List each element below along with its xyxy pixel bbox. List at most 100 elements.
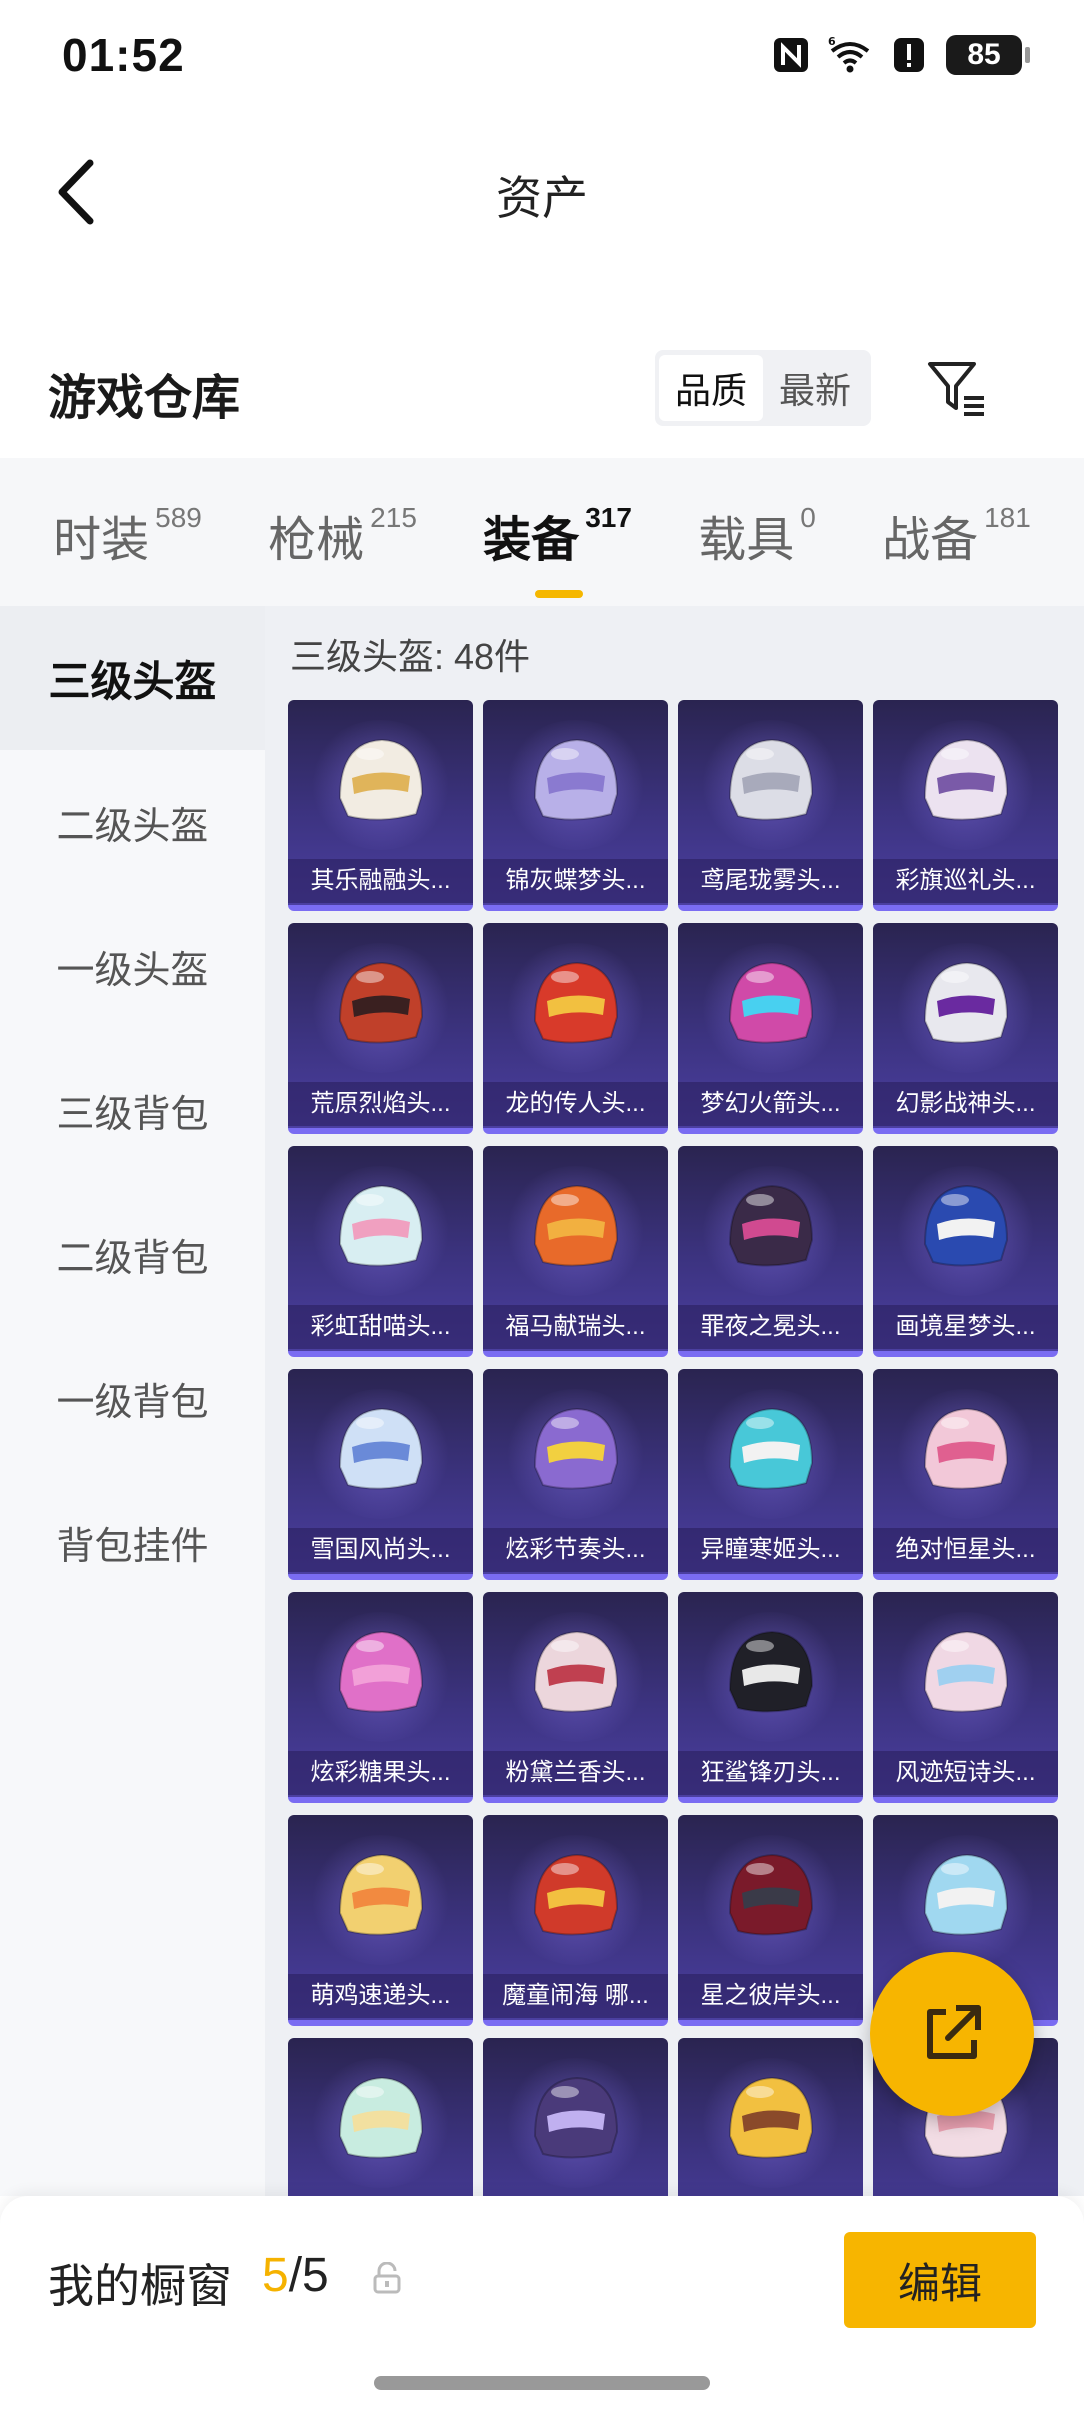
side-item-backpack-pendant[interactable]: 背包挂件 bbox=[0, 1470, 265, 1614]
item-card[interactable]: 福马献瑞头... bbox=[483, 1146, 668, 1357]
tab-fashion[interactable]: 时装 589 bbox=[53, 494, 202, 570]
tab-label: 载具 bbox=[698, 514, 795, 567]
helmet-icon bbox=[338, 2076, 424, 2159]
status-bar: 01:52 6 85 bbox=[0, 0, 1084, 110]
showcase-label: 我的橱窗 bbox=[48, 2260, 232, 2312]
battery-level: 85 bbox=[967, 38, 1001, 71]
list-header: 三级头盔: 48件 bbox=[290, 636, 531, 677]
filter-icon bbox=[928, 362, 984, 416]
item-card[interactable]: 彩旗巡礼头... bbox=[873, 700, 1058, 911]
side-item-level2-helmet[interactable]: 二级头盔 bbox=[0, 750, 265, 894]
item-card[interactable]: 画境星梦头... bbox=[873, 1146, 1058, 1357]
side-item-level1-backpack[interactable]: 一级背包 bbox=[0, 1326, 265, 1470]
item-card[interactable]: 异瞳寒姬头... bbox=[678, 1369, 863, 1580]
svg-text:6: 6 bbox=[828, 35, 836, 48]
item-card[interactable]: 雪国风尚头... bbox=[288, 1369, 473, 1580]
helmet-icon bbox=[338, 1407, 424, 1490]
helmet-icon bbox=[923, 1853, 1009, 1936]
section-title: 游戏仓库 bbox=[48, 372, 241, 425]
item-card[interactable]: 鸢尾珑雾头... bbox=[678, 700, 863, 911]
item-name: 鸢尾珑雾头... bbox=[678, 859, 863, 903]
item-card[interactable]: 其乐融融头... bbox=[288, 700, 473, 911]
side-item-level3-backpack[interactable]: 三级背包 bbox=[0, 1038, 265, 1182]
item-name: 龙的传人头... bbox=[483, 1082, 668, 1126]
sort-toggle: 品质 最新 bbox=[655, 350, 871, 426]
app-root: 01:52 6 85 资产 游戏仓库 品质 最新 时装 589 枪械 215 装… bbox=[0, 0, 1084, 2412]
section-row: 游戏仓库 品质 最新 bbox=[0, 340, 1084, 440]
showcase-count-separator: / bbox=[288, 2249, 303, 2302]
item-card[interactable]: 风迹短诗头... bbox=[873, 1592, 1058, 1803]
helmet-icon bbox=[923, 1407, 1009, 1490]
share-button[interactable] bbox=[870, 1952, 1034, 2116]
item-name: 异瞳寒姬头... bbox=[678, 1528, 863, 1572]
share-external-icon bbox=[927, 2005, 981, 2059]
tab-label: 装备 bbox=[483, 514, 580, 567]
tab-equipment[interactable]: 装备 317 bbox=[483, 494, 632, 598]
page-title: 资产 bbox=[496, 172, 588, 224]
tab-count: 317 bbox=[585, 502, 632, 533]
item-name: 彩旗巡礼头... bbox=[873, 859, 1058, 903]
side-item-level2-backpack[interactable]: 二级背包 bbox=[0, 1182, 265, 1326]
tab-supplies[interactable]: 战备 181 bbox=[882, 494, 1031, 570]
tab-vehicles[interactable]: 载具 0 bbox=[698, 494, 816, 570]
item-card[interactable]: 粉黛兰香头... bbox=[483, 1592, 668, 1803]
showcase-count-used: 5 bbox=[262, 2249, 289, 2302]
category-tabs: 时装 589 枪械 215 装备 317 载具 0 战备 181 bbox=[0, 458, 1084, 606]
helmet-icon bbox=[338, 738, 424, 821]
item-name: 炫彩糖果头... bbox=[288, 1751, 473, 1795]
helmet-icon bbox=[338, 1853, 424, 1936]
lock-open-icon[interactable] bbox=[370, 2262, 404, 2296]
tab-label: 枪械 bbox=[268, 514, 365, 567]
helmet-icon bbox=[338, 1184, 424, 1267]
showcase-count: 5/5 bbox=[262, 2248, 329, 2303]
item-card[interactable]: 荒原烈焰头... bbox=[288, 923, 473, 1134]
home-indicator[interactable] bbox=[374, 2376, 710, 2390]
item-name: 雪国风尚头... bbox=[288, 1528, 473, 1572]
item-name: 罪夜之冕头... bbox=[678, 1305, 863, 1349]
helmet-icon bbox=[533, 961, 619, 1044]
item-name: 福马献瑞头... bbox=[483, 1305, 668, 1349]
item-name: 荒原烈焰头... bbox=[288, 1082, 473, 1126]
helmet-icon bbox=[923, 961, 1009, 1044]
item-name: 萌鸡速递头... bbox=[288, 1974, 473, 2018]
nfc-icon bbox=[774, 38, 808, 72]
item-card[interactable]: 锦灰蝶梦头... bbox=[483, 700, 668, 911]
item-card[interactable]: 彩虹甜喵头... bbox=[288, 1146, 473, 1357]
item-card[interactable]: 炫彩糖果头... bbox=[288, 1592, 473, 1803]
item-name: 星之彼岸头... bbox=[678, 1974, 863, 2018]
helmet-icon bbox=[533, 1407, 619, 1490]
tab-label: 战备 bbox=[882, 514, 979, 567]
item-card[interactable]: 罪夜之冕头... bbox=[678, 1146, 863, 1357]
item-card[interactable]: 绝对恒星头... bbox=[873, 1369, 1058, 1580]
item-card[interactable]: 梦幻火箭头... bbox=[678, 923, 863, 1134]
alert-icon bbox=[894, 38, 924, 72]
tab-weapons[interactable]: 枪械 215 bbox=[268, 494, 417, 570]
filter-button[interactable] bbox=[920, 352, 992, 424]
item-card[interactable]: 幻影战神头... bbox=[873, 923, 1058, 1134]
item-name: 梦幻火箭头... bbox=[678, 1082, 863, 1126]
helmet-icon bbox=[728, 2076, 814, 2159]
sort-option-quality[interactable]: 品质 bbox=[659, 355, 763, 421]
edit-button[interactable]: 编辑 bbox=[844, 2232, 1036, 2328]
item-card[interactable]: 萌鸡速递头... bbox=[288, 1815, 473, 2026]
tab-count: 589 bbox=[155, 502, 202, 533]
item-card[interactable]: 狂鲨锋刃头... bbox=[678, 1592, 863, 1803]
item-name: 其乐融融头... bbox=[288, 859, 473, 903]
side-item-level1-helmet[interactable]: 一级头盔 bbox=[0, 894, 265, 1038]
helmet-icon bbox=[728, 1630, 814, 1713]
helmet-icon bbox=[533, 2076, 619, 2159]
item-name: 绝对恒星头... bbox=[873, 1528, 1058, 1572]
status-time: 01:52 bbox=[62, 29, 185, 81]
item-name: 狂鲨锋刃头... bbox=[678, 1751, 863, 1795]
side-item-level3-helmet[interactable]: 三级头盔 bbox=[0, 606, 265, 750]
item-card[interactable]: 星之彼岸头... bbox=[678, 1815, 863, 2026]
bottom-bar: 我的橱窗 5/5 编辑 bbox=[0, 2196, 1084, 2412]
helmet-icon bbox=[338, 1630, 424, 1713]
side-nav: 三级头盔 二级头盔 一级头盔 三级背包 二级背包 一级背包 背包挂件 bbox=[0, 606, 265, 2196]
sort-option-newest[interactable]: 最新 bbox=[763, 355, 867, 421]
tab-count: 181 bbox=[984, 502, 1031, 533]
helmet-icon bbox=[533, 738, 619, 821]
item-card[interactable]: 炫彩节奏头... bbox=[483, 1369, 668, 1580]
item-card[interactable]: 魔童闹海 哪... bbox=[483, 1815, 668, 2026]
item-card[interactable]: 龙的传人头... bbox=[483, 923, 668, 1134]
